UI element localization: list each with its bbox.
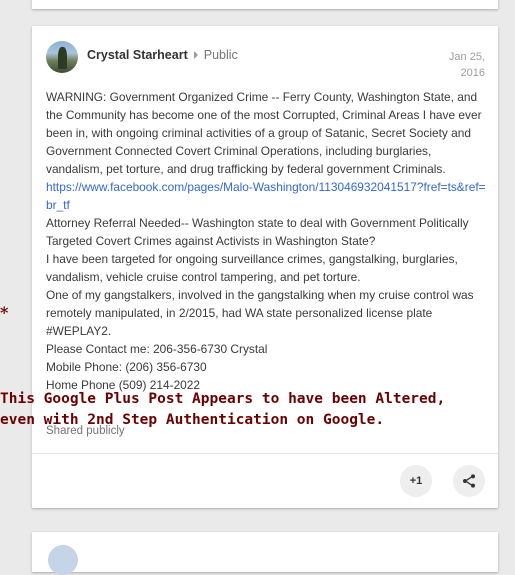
post-date[interactable]: Jan 25, 2016: [425, 49, 485, 81]
facebook-link[interactable]: https://www.facebook.com/pages/Malo-Wash…: [46, 178, 486, 214]
annotation-line-2: even with 2nd Step Authentication on Goo…: [0, 412, 385, 428]
previous-post-card: [32, 0, 498, 9]
post-paragraph: One of my gangstalkers, involved in the …: [46, 288, 477, 338]
caret-right-icon: [193, 51, 198, 59]
author-name[interactable]: Crystal Starheart: [87, 48, 188, 62]
divider: [32, 453, 498, 454]
post-body: WARNING: Government Organized Crime -- F…: [46, 88, 486, 394]
annotation-asterisk: *: [0, 303, 9, 322]
post-paragraph: WARNING: Government Organized Crime -- F…: [46, 90, 485, 176]
post-date-line2: 2016: [460, 67, 485, 79]
post-card: Crystal Starheart Public Jan 25, 2016 WA…: [32, 26, 498, 508]
contact-line: Please Contact me: 206-356-6730 Crystal: [46, 342, 268, 356]
share-icon: [463, 474, 475, 488]
post-paragraph: I have been targeted for ongoing surveil…: [46, 252, 462, 284]
post-paragraph: Attorney Referral Needed-- Washington st…: [46, 216, 472, 248]
author-avatar[interactable]: [46, 41, 78, 73]
share-button[interactable]: [453, 465, 485, 497]
next-post-card: [32, 532, 498, 575]
post-header: Crystal Starheart Public: [87, 48, 238, 62]
visibility-label: Public: [203, 48, 238, 62]
mobile-phone-line: Mobile Phone: (206) 356-6730: [46, 360, 207, 374]
next-post-avatar[interactable]: [48, 545, 78, 575]
plus-one-button[interactable]: +1: [400, 465, 432, 497]
annotation-line-1: This Google Plus Post Appears to have be…: [0, 391, 446, 407]
annotation-overlay: This Google Plus Post Appears to have be…: [0, 389, 515, 431]
post-date-line1: Jan 25,: [448, 51, 485, 63]
